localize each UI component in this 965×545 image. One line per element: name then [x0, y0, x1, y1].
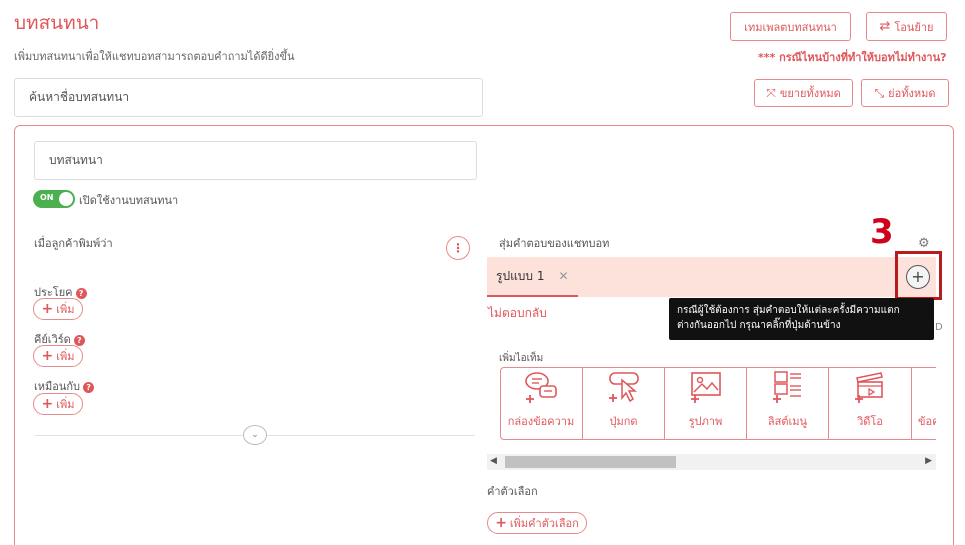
step-number-annotation: 3	[870, 212, 894, 252]
template-button-label: เทมเพลตบทสนทนา	[744, 20, 837, 34]
item-list-menu-label: ลิสต์เมนู	[767, 415, 808, 428]
help-icon[interactable]: ?	[75, 287, 87, 299]
item-image-label: รูปภาพ	[688, 415, 723, 428]
list-menu-icon	[772, 371, 801, 403]
page-subtitle: เพิ่มบทสนทนาเพื่อให้แชทบอทสามารถตอบคำถาม…	[14, 50, 295, 63]
conversation-name-input[interactable]: บทสนทนา	[34, 141, 477, 180]
item-text-partial[interactable]: ข้อค	[912, 368, 936, 440]
item-video-label: วิดีโอ	[857, 415, 883, 428]
item-video[interactable]: วิดีโอ	[829, 368, 912, 440]
add-similar-label: เพิ่ม	[56, 398, 75, 411]
collapse-chevron-button[interactable]: ⌄	[243, 425, 267, 445]
gear-icon[interactable]: ⚙	[918, 236, 930, 251]
no-reply-option[interactable]: ไม่ตอบกลับ	[488, 304, 547, 323]
close-icon[interactable]: ✕	[558, 269, 568, 283]
template-button[interactable]: เทมเพลตบทสนทนา	[730, 12, 851, 41]
transfer-button-label: โอนย้าย	[894, 20, 934, 34]
expand-all-label: ขยายทั้งหมด	[779, 87, 841, 100]
partial-text: D	[935, 322, 943, 333]
add-choice-button[interactable]: + เพิ่มคำตัวเลือก	[487, 512, 587, 534]
plus-icon: +	[41, 301, 54, 317]
toggle-state-text: ON	[40, 193, 54, 202]
add-item-label: เพิ่มไอเท็ม	[499, 353, 544, 364]
scroll-left-arrow-icon[interactable]: ◀	[490, 456, 497, 466]
item-chat-box[interactable]: กล่องข้อความ	[500, 368, 583, 440]
toggle-label: เปิดใช้งานบทสนทนา	[79, 194, 179, 207]
search-input-placeholder: ค้นหาชื่อบทสนทนา	[29, 90, 130, 104]
add-keyword-button[interactable]: + เพิ่ม	[33, 345, 83, 367]
toggle-knob	[59, 192, 73, 206]
item-text-partial-label: ข้อค	[918, 415, 936, 428]
chat-bubble-icon	[525, 372, 557, 403]
tooltip-line-2: ต่างกันออกไป กรุณาคลิ๊กที่ปุ่มด้านข้าง	[677, 320, 841, 331]
add-keyword-label: เพิ่ม	[56, 350, 75, 363]
search-input[interactable]: ค้นหาชื่อบทสนทนา	[14, 78, 483, 117]
when-customer-types-label: เมื่อลูกค้าพิมพ์ว่า	[34, 237, 113, 250]
similar-label-text: เหมือนกับ	[34, 380, 81, 393]
enable-toggle[interactable]: ON	[33, 190, 75, 208]
horizontal-scrollbar[interactable]: ◀ ▶	[487, 454, 936, 470]
conversation-name-value: บทสนทนา	[49, 153, 103, 167]
tab-pattern-1[interactable]: รูปแบบ 1 ✕	[487, 257, 578, 297]
plus-icon: +	[41, 348, 54, 364]
item-button-label: ปุ่มกด	[609, 415, 638, 428]
item-image[interactable]: รูปภาพ	[665, 368, 747, 440]
help-icon[interactable]: ?	[83, 381, 95, 393]
chevron-down-icon: ⌄	[251, 430, 259, 440]
more-options-button[interactable]: ⋮	[446, 236, 470, 260]
expand-all-button[interactable]: ⤧ ขยายทั้งหมด	[754, 79, 853, 107]
add-sentence-label: เพิ่ม	[56, 303, 75, 316]
collapse-all-label: ย่อทั้งหมด	[888, 87, 936, 100]
add-similar-button[interactable]: + เพิ่ม	[33, 393, 83, 415]
help-icon[interactable]: ?	[73, 334, 85, 346]
warning-link[interactable]: *** กรณีไหนบ้างที่ทำให้บอทไม่ทำงาน?	[758, 48, 947, 66]
tooltip: กรณีผู้ใช้ต้องการ สุ่มคำตอบให้แต่ละครั้ง…	[669, 298, 934, 340]
item-button[interactable]: ปุ่มกด	[583, 368, 665, 440]
image-icon	[690, 372, 721, 403]
highlight-box	[895, 251, 942, 300]
item-list-menu[interactable]: ลิสต์เมนู	[747, 368, 829, 440]
page-title: บทสนทนา	[14, 12, 100, 34]
vertical-dots-icon: ⋮	[452, 241, 464, 255]
transfer-button[interactable]: ⇄ โอนย้าย	[866, 12, 947, 41]
expand-icon: ⤧	[766, 85, 776, 100]
choices-label: คำตัวเลือก	[487, 485, 538, 498]
item-chat-box-label: กล่องข้อความ	[507, 415, 575, 428]
tooltip-line-1: กรณีผู้ใช้ต้องการ สุ่มคำตอบให้แต่ละครั้ง…	[677, 305, 900, 316]
tab-pattern-1-label: รูปแบบ 1	[496, 268, 545, 283]
collapse-all-button[interactable]: ⤡ ย่อทั้งหมด	[861, 79, 949, 107]
add-choice-label: เพิ่มคำตัวเลือก	[509, 517, 579, 530]
swap-arrows-icon: ⇄	[879, 19, 891, 34]
responses-title: สุ่มคำตอบของแชทบอท	[499, 237, 610, 250]
add-sentence-button[interactable]: + เพิ่ม	[33, 298, 83, 320]
video-icon	[855, 372, 883, 403]
button-click-icon	[608, 372, 639, 403]
plus-icon: +	[495, 515, 507, 531]
scrollbar-thumb[interactable]	[505, 456, 676, 468]
scroll-right-arrow-icon[interactable]: ▶	[925, 456, 932, 466]
plus-icon: +	[41, 396, 54, 412]
collapse-icon: ⤡	[874, 85, 885, 100]
